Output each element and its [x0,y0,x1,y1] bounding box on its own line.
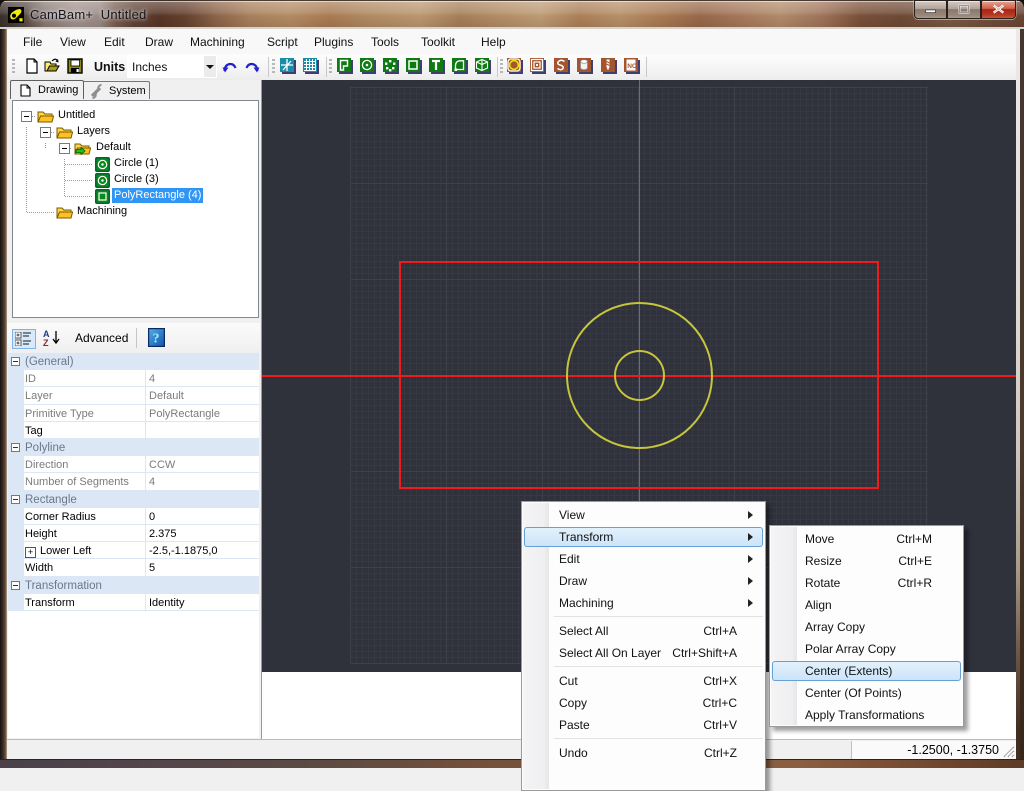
svg-text:Z: Z [43,338,49,347]
svg-text:NC: NC [627,63,637,70]
svg-text:?: ? [153,332,160,347]
